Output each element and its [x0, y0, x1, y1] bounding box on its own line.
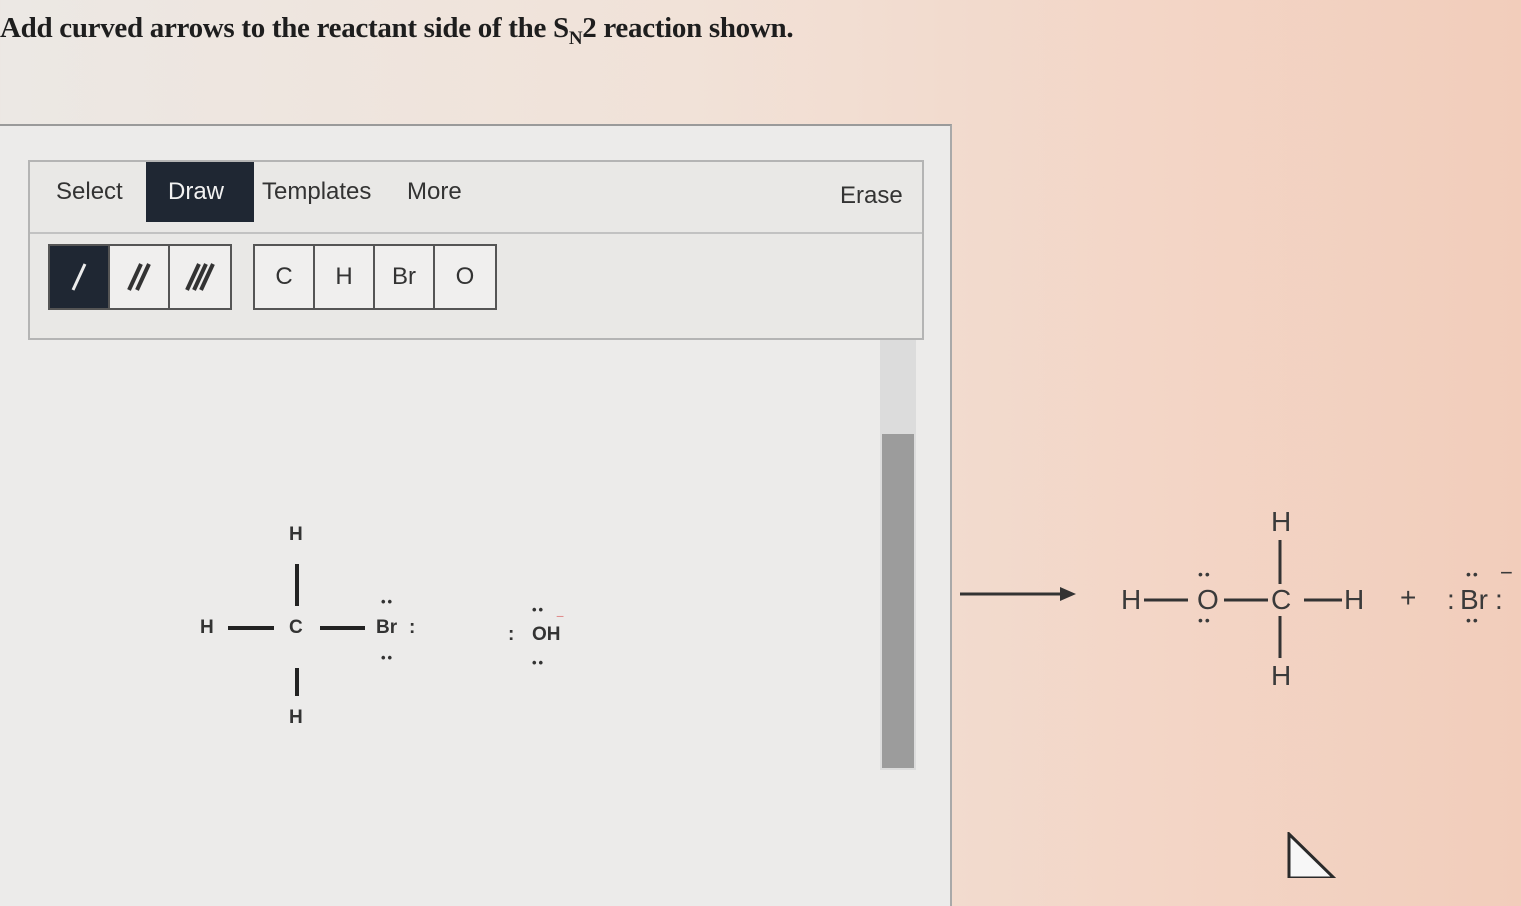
bromide-charge: −	[1500, 560, 1513, 585]
reactant-atom-h-bottom[interactable]: H	[289, 707, 303, 729]
single-bond-button[interactable]	[50, 246, 110, 308]
plus-sign: +	[1400, 582, 1417, 613]
triple-bond-icon	[185, 263, 215, 291]
bromide-lone-pair-top: ••	[1466, 566, 1480, 582]
bromide-lone-pair-left: :	[1447, 584, 1455, 615]
reactant-atom-h-left[interactable]: H	[200, 617, 214, 639]
oh-lone-pair-bottom: ••	[532, 655, 546, 670]
double-bond-icon	[127, 263, 151, 291]
product-atom-h-bottom[interactable]: H	[1271, 660, 1291, 692]
reactant-bonds	[228, 564, 365, 696]
br-lone-pair-bottom: ••	[381, 650, 395, 665]
tab-draw[interactable]: Draw	[146, 162, 254, 222]
single-bond-icon	[71, 263, 87, 291]
product-atom-c[interactable]: C	[1271, 584, 1291, 616]
hydroxide-charge: −	[556, 608, 565, 624]
o-lone-pair-bottom: ••	[1198, 612, 1212, 628]
atom-o-button[interactable]: O	[435, 246, 495, 308]
reaction-arrow	[960, 587, 1076, 601]
reactant-atom-h-top[interactable]: H	[289, 524, 303, 546]
br-lone-pair-top: ••	[381, 594, 395, 609]
erase-button[interactable]: Erase	[818, 166, 925, 226]
atom-c-button[interactable]: C	[255, 246, 315, 308]
bond-tool-group	[48, 244, 232, 310]
atom-h-button[interactable]: H	[315, 246, 375, 308]
reactant-atom-c[interactable]: C	[289, 617, 303, 639]
oh-lone-pair-left: :	[508, 624, 515, 645]
double-bond-button[interactable]	[110, 246, 170, 308]
atom-br-button[interactable]: Br	[375, 246, 435, 308]
reactant-atom-br[interactable]: Br	[376, 617, 397, 639]
product-atom-h-top[interactable]: H	[1271, 506, 1291, 538]
bromide-lone-pair-bottom: ••	[1466, 612, 1480, 628]
tab-select[interactable]: Select	[34, 162, 145, 222]
oh-lone-pair-top: ••	[532, 602, 546, 617]
triple-bond-button[interactable]	[170, 246, 230, 308]
toolbar-tabs: Select Draw Templates More Erase	[30, 162, 922, 234]
mouse-cursor-icon	[1287, 832, 1337, 878]
toolbar-panel: Select Draw Templates More Erase C H Br …	[28, 160, 924, 340]
product-atom-h-left[interactable]: H	[1121, 584, 1141, 616]
br-lone-pair-right: :	[409, 617, 416, 638]
tab-templates[interactable]: Templates	[240, 162, 393, 222]
o-lone-pair-top: ••	[1198, 566, 1212, 582]
bromide-lone-pair-right: :	[1495, 584, 1503, 615]
tab-more[interactable]: More	[385, 162, 484, 222]
question-text: Add curved arrows to the reactant side o…	[0, 12, 794, 49]
product-atom-h-right[interactable]: H	[1344, 584, 1364, 616]
reactant-hydroxide[interactable]: OH	[532, 624, 561, 646]
atom-tool-group: C H Br O	[253, 244, 497, 310]
scrollbar-thumb[interactable]	[882, 434, 914, 768]
product-bonds	[1144, 540, 1342, 658]
